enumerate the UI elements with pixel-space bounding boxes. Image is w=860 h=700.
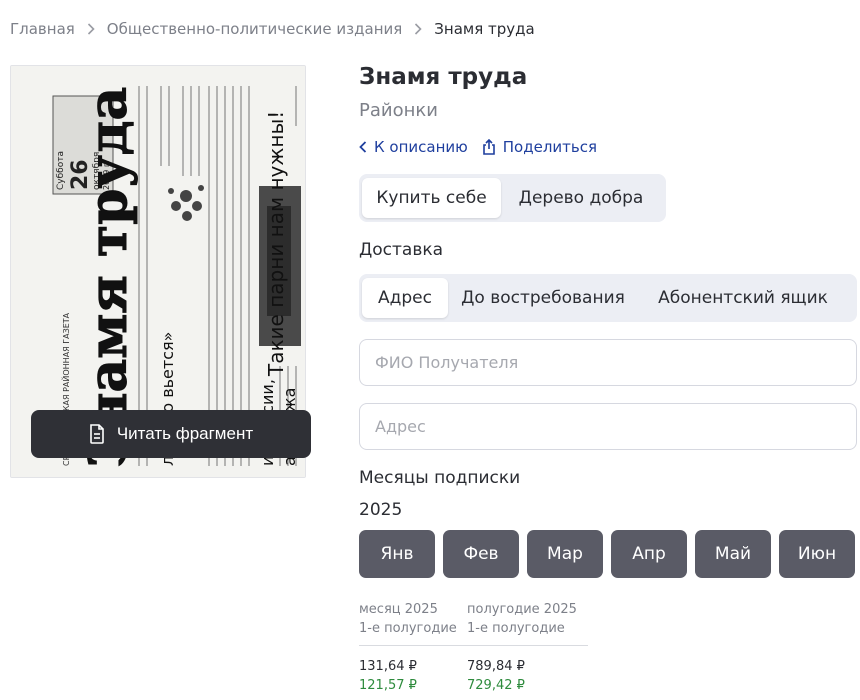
tab-delivery-po-box[interactable]: Абонентский ящик	[638, 278, 848, 318]
chevron-left-icon	[359, 141, 367, 153]
price-head-month-line2: 1-е полугодие	[359, 621, 457, 636]
price-head-half: полугодие 2025 1-е полугодие	[467, 600, 577, 638]
price-divider	[359, 645, 588, 646]
chevron-right-icon	[87, 23, 95, 35]
product-subtitle: Районки	[359, 100, 438, 121]
price-month: 131,64 ₽ 121,57 ₽	[359, 657, 417, 695]
price-head-month: месяц 2025 1-е полугодие	[359, 600, 457, 638]
share-link[interactable]: Поделиться	[482, 138, 597, 156]
price-half: 789,84 ₽ 729,42 ₽	[467, 657, 525, 695]
breadcrumb-home[interactable]: Главная	[10, 20, 75, 38]
tab-delivery-on-demand[interactable]: До востребования	[448, 278, 638, 318]
breadcrumb: Главная Общественно-политические издания…	[10, 20, 535, 38]
back-link-label: К описанию	[374, 138, 468, 156]
read-fragment-button[interactable]: Читать фрагмент	[31, 410, 311, 458]
month-button-jun[interactable]: Июн	[779, 530, 855, 578]
price-head-half-line2: 1-е полугодие	[467, 621, 565, 636]
price-head-half-line1: полугодие 2025	[467, 602, 577, 617]
breadcrumb-current: Знамя труда	[434, 20, 535, 38]
price-month-regular: 131,64 ₽	[359, 659, 417, 674]
product-title: Знамя труда	[359, 64, 528, 90]
recipient-name-input[interactable]	[359, 339, 857, 386]
price-month-discount: 121,57 ₽	[359, 678, 417, 693]
purchase-type-switch: Купить себе Дерево добра	[359, 174, 666, 222]
back-to-description-link[interactable]: К описанию	[359, 138, 468, 156]
chevron-right-icon	[414, 23, 422, 35]
document-icon	[90, 424, 104, 444]
tab-buy-self[interactable]: Купить себе	[362, 178, 501, 218]
month-selector: Янв Фев Мар Апр Май Июн	[359, 530, 855, 578]
share-link-label: Поделиться	[502, 138, 598, 156]
month-button-jan[interactable]: Янв	[359, 530, 435, 578]
action-links: К описанию Поделиться	[359, 138, 597, 156]
read-fragment-label: Читать фрагмент	[116, 424, 254, 443]
month-button-apr[interactable]: Апр	[611, 530, 687, 578]
subscription-months-label: Месяцы подписки	[359, 468, 521, 488]
price-half-regular: 789,84 ₽	[467, 659, 525, 674]
month-button-feb[interactable]: Фев	[443, 530, 519, 578]
price-head-month-line1: месяц 2025	[359, 602, 438, 617]
month-button-mar[interactable]: Мар	[527, 530, 603, 578]
address-input[interactable]	[359, 403, 857, 450]
tab-delivery-address[interactable]: Адрес	[362, 278, 448, 318]
delivery-type-switch: Адрес До востребования Абонентский ящик	[359, 274, 857, 322]
share-icon	[482, 139, 495, 155]
breadcrumb-category[interactable]: Общественно-политические издания	[107, 20, 403, 38]
delivery-label: Доставка	[359, 240, 444, 260]
price-half-discount: 729,42 ₽	[467, 678, 525, 693]
cover-weekday: Суббота	[56, 151, 66, 190]
subscription-year: 2025	[359, 500, 403, 520]
tab-tree-of-good[interactable]: Дерево добра	[501, 178, 661, 218]
cover-headline-1: Такие парни нам нужны!	[264, 111, 288, 377]
month-button-may[interactable]: Май	[695, 530, 771, 578]
